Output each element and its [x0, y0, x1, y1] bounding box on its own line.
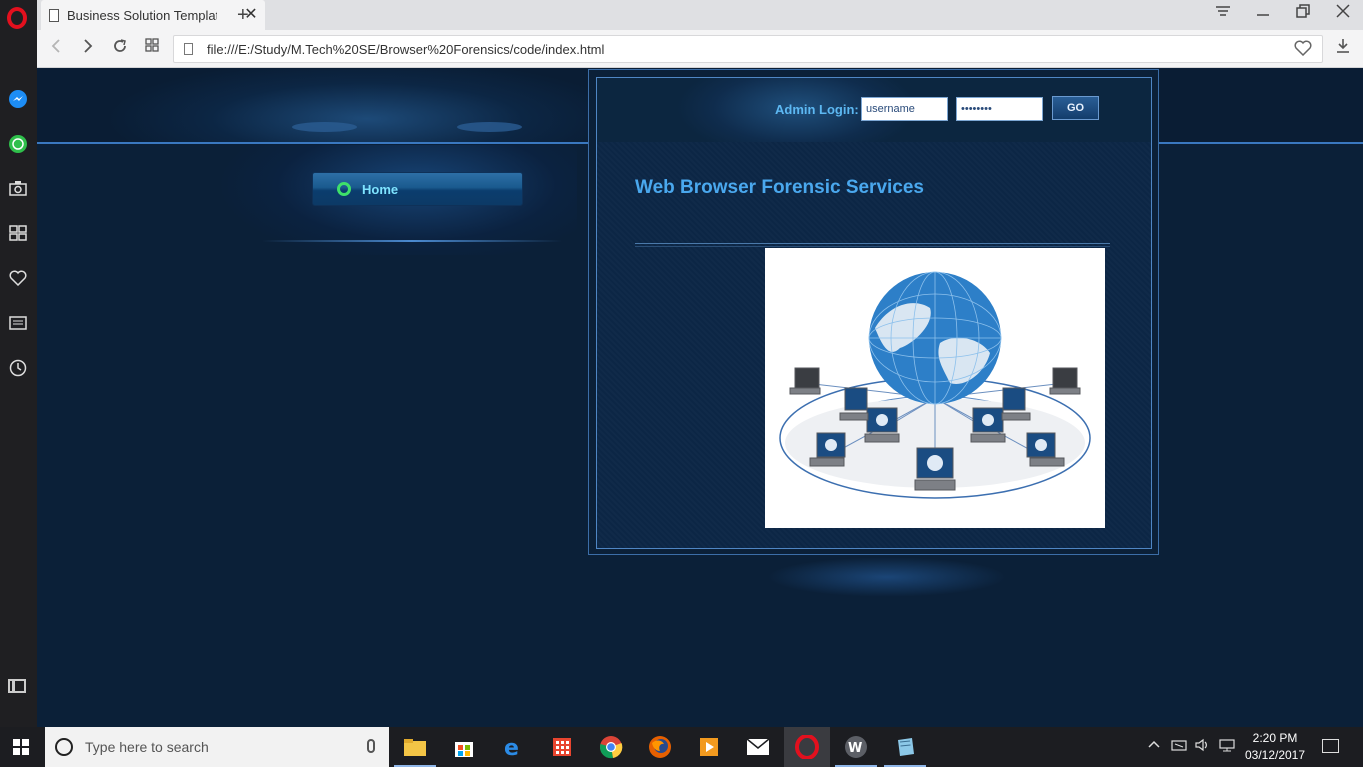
cortana-icon[interactable]	[55, 738, 73, 756]
opera-sidebar	[0, 0, 37, 727]
password-input[interactable]	[956, 97, 1043, 121]
web-page: Home Admin Login: GO Web Browser Forensi…	[37, 69, 1363, 727]
keyboard-language-icon[interactable]	[1171, 738, 1189, 755]
tab-strip: Business Solution Template ✕ +	[37, 0, 1363, 30]
new-tab-button[interactable]: +	[237, 4, 249, 27]
back-button[interactable]	[45, 38, 67, 59]
tab-active[interactable]: Business Solution Template ✕	[41, 0, 265, 30]
page-icon	[184, 43, 193, 55]
action-center-icon[interactable]	[1322, 739, 1339, 753]
network-icon[interactable]	[1218, 738, 1236, 755]
header-glow	[292, 122, 357, 132]
microphone-icon[interactable]	[367, 739, 375, 753]
menu-item-home[interactable]: Home	[312, 172, 523, 206]
svg-text:e: e	[504, 736, 519, 758]
page-title: Web Browser Forensic Services	[635, 177, 924, 198]
restore-icon[interactable]	[1293, 4, 1313, 23]
admin-login-label: Admin Login:	[775, 102, 859, 117]
url-text[interactable]: file:///E:/Study/M.Tech%20SE/Browser%20F…	[207, 42, 604, 57]
tab-title: Business Solution Template	[67, 7, 217, 23]
heading-divider	[635, 243, 1110, 247]
media-player-icon[interactable]	[686, 727, 732, 767]
opera-logo-icon[interactable]	[7, 7, 27, 29]
firefox-icon[interactable]	[637, 727, 683, 767]
clock-date: 03/12/2017	[1244, 748, 1306, 762]
content-body: Web Browser Forensic Services	[597, 142, 1151, 548]
store-icon[interactable]	[441, 727, 487, 767]
chrome-icon[interactable]	[588, 727, 634, 767]
wamp-icon[interactable]: W	[833, 727, 879, 767]
history-clock-icon[interactable]	[6, 356, 30, 380]
search-placeholder: Type here to search	[85, 739, 209, 755]
taskbar: Type here to search e W 2:20 PM 03/12/20…	[0, 727, 1363, 767]
camera-snapshot-icon[interactable]	[6, 176, 30, 200]
navigation-bar: file:///E:/Study/M.Tech%20SE/Browser%20F…	[37, 30, 1363, 68]
close-window-icon[interactable]	[1333, 4, 1353, 23]
opera-taskbar-icon[interactable]	[784, 727, 830, 767]
whatsapp-icon[interactable]	[6, 132, 30, 156]
clock-time: 2:20 PM	[1252, 731, 1298, 745]
tabs-grid-icon[interactable]	[141, 38, 163, 57]
forward-button[interactable]	[77, 38, 99, 59]
bookmarks-heart-icon[interactable]	[6, 266, 30, 290]
content-frame: Admin Login: GO Web Browser Forensic Ser…	[588, 69, 1159, 555]
username-input[interactable]	[861, 97, 948, 121]
messenger-icon[interactable]	[6, 87, 30, 111]
show-hidden-icons-icon[interactable]	[1148, 738, 1160, 753]
header-glow	[457, 122, 522, 132]
address-bar[interactable]: file:///E:/Study/M.Tech%20SE/Browser%20F…	[173, 35, 1323, 63]
document-icon	[49, 8, 59, 22]
reload-icon[interactable]	[109, 38, 131, 59]
volume-icon[interactable]	[1194, 738, 1212, 755]
svg-text:W: W	[848, 741, 862, 756]
file-explorer-icon[interactable]	[392, 727, 438, 767]
footer-glow	[767, 557, 1007, 597]
network-globe-image	[765, 248, 1105, 528]
system-clock[interactable]: 2:20 PM 03/12/2017	[1240, 730, 1310, 764]
calculator-grid-icon[interactable]	[539, 727, 585, 767]
download-icon[interactable]	[1335, 38, 1351, 59]
tab-menu-icon[interactable]	[1213, 4, 1233, 23]
mail-icon[interactable]	[735, 727, 781, 767]
minimize-icon[interactable]	[1253, 4, 1273, 23]
bookmark-heart-icon[interactable]	[1294, 40, 1312, 61]
notepad-icon[interactable]	[882, 727, 928, 767]
edge-icon[interactable]: e	[490, 727, 536, 767]
taskbar-search[interactable]: Type here to search	[45, 727, 389, 767]
news-icon[interactable]	[6, 311, 30, 335]
sidebar-toggle-icon[interactable]	[8, 679, 26, 693]
bullet-ring-icon	[337, 182, 351, 196]
login-band: Admin Login: GO	[597, 78, 1151, 142]
go-button[interactable]: GO	[1052, 96, 1099, 120]
menu-home-label: Home	[362, 181, 399, 197]
windows-start-icon[interactable]	[13, 739, 30, 756]
content-inner-frame: Admin Login: GO Web Browser Forensic Ser…	[596, 77, 1152, 549]
speed-dial-icon[interactable]	[6, 221, 30, 245]
menu-divider	[262, 240, 562, 242]
